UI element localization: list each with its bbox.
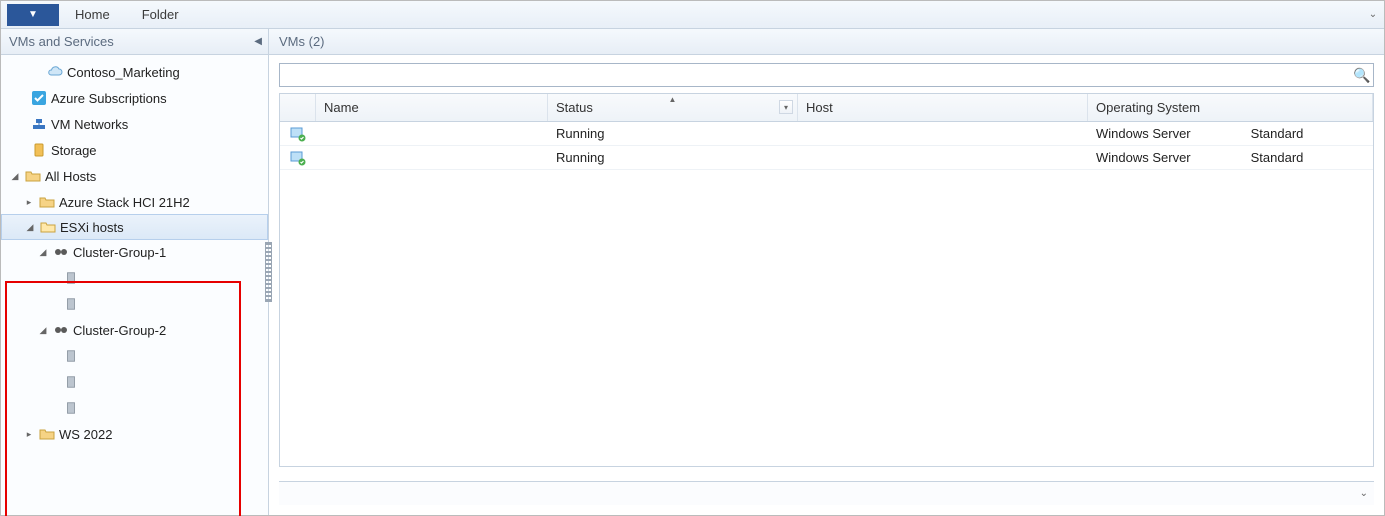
vm-icon-cell [280,150,316,166]
search-row: 🔍 [269,55,1384,87]
app-window: ▼ Home Folder ⌄ VMs and Services ◀ Conto… [0,0,1385,516]
tree-item-host[interactable] [1,369,268,395]
network-icon [31,116,47,132]
tree-item-label: Azure Stack HCI 21H2 [59,195,190,210]
body: VMs and Services ◀ Contoso_Marketing Azu… [1,29,1384,515]
cell-status: Running [548,150,798,165]
expander-icon[interactable]: ▸ [23,197,35,208]
nav-tree: Contoso_Marketing Azure Subscriptions VM… [1,55,268,515]
tree-item-label: All Hosts [45,169,96,184]
column-header-os[interactable]: Operating System [1088,94,1373,121]
tree-item-label: ESXi hosts [60,220,124,235]
cluster-icon [53,322,69,338]
cell-os: Windows ServerStandard [1088,150,1373,165]
folder-open-icon [40,219,56,235]
chevron-down-icon: ▼ [28,9,38,20]
file-menu-button[interactable]: ▼ [7,4,59,26]
ribbon-tab-home[interactable]: Home [59,1,126,28]
tree-item-azure-subscriptions[interactable]: Azure Subscriptions [1,85,268,111]
vm-icon [290,126,306,142]
ribbon-tab-folder[interactable]: Folder [126,1,195,28]
tree-item-esxi-hosts[interactable]: ◢ ESXi hosts [1,214,268,240]
ribbon-dropdown-icon[interactable]: ⌄ [1368,9,1384,20]
search-box: 🔍 [279,63,1374,87]
tree-item-cluster-group-1[interactable]: ◢ Cluster-Group-1 [1,239,268,265]
tree-item-label: Cluster-Group-1 [73,245,166,260]
expander-icon[interactable]: ▸ [23,429,35,440]
expander-icon[interactable]: ◢ [9,171,21,182]
search-icon[interactable]: 🔍 [1351,67,1373,84]
server-icon [63,270,79,286]
sidebar-title: VMs and Services [9,34,114,49]
cell-os: Windows ServerStandard [1088,126,1373,141]
search-input[interactable] [280,68,1351,83]
tree-item-label: Azure Subscriptions [51,91,167,106]
ribbon-bar: ▼ Home Folder ⌄ [1,1,1384,29]
vms-grid: Name Status ▲ ▾ Host Operating System [279,93,1374,467]
tree-item-vm-networks[interactable]: VM Networks [1,111,268,137]
vm-icon-cell [280,126,316,142]
sort-asc-icon: ▲ [669,95,677,104]
main-title: VMs (2) [279,34,325,49]
folder-icon [25,168,41,184]
grid-wrap: Name Status ▲ ▾ Host Operating System [269,87,1384,515]
storage-icon [31,142,47,158]
sidebar-resize-grip[interactable] [265,242,272,302]
tree-item-label: Contoso_Marketing [67,65,180,80]
tree-item-contoso-marketing[interactable]: Contoso_Marketing [1,59,268,85]
tree-item-label: WS 2022 [59,427,112,442]
expander-icon[interactable]: ◢ [37,247,49,258]
server-icon [63,348,79,364]
cluster-icon [53,244,69,260]
server-icon [63,400,79,416]
sidebar-collapse-icon[interactable]: ◀ [254,36,262,47]
main-header: VMs (2) [269,29,1384,55]
tree-item-all-hosts[interactable]: ◢ All Hosts [1,163,268,189]
table-row[interactable]: Running Windows ServerStandard [280,122,1373,146]
filter-icon[interactable]: ▾ [779,100,793,114]
folder-icon [39,426,55,442]
tree-item-label: Storage [51,143,97,158]
tree-item-ws2022[interactable]: ▸ WS 2022 [1,421,268,447]
check-icon [31,90,47,106]
grid-header-row: Name Status ▲ ▾ Host Operating System [280,94,1373,122]
cloud-icon [47,64,63,80]
expander-icon[interactable]: ◢ [37,325,49,336]
tree-item-cluster-group-2[interactable]: ◢ Cluster-Group-2 [1,317,268,343]
expander-icon[interactable]: ◢ [24,222,36,233]
sidebar: VMs and Services ◀ Contoso_Marketing Azu… [1,29,269,515]
column-header-host[interactable]: Host [798,94,1088,121]
tree-item-label: Cluster-Group-2 [73,323,166,338]
details-pane-strip: ⌄ [279,481,1374,505]
folder-icon [39,194,55,210]
tree-item-host[interactable] [1,265,268,291]
tree-item-host[interactable] [1,395,268,421]
server-icon [63,296,79,312]
tree-item-storage[interactable]: Storage [1,137,268,163]
server-icon [63,374,79,390]
cell-status: Running [548,126,798,141]
tree-item-host[interactable] [1,291,268,317]
details-pane-dropdown-icon[interactable]: ⌄ [1360,488,1368,499]
tree-item-label: VM Networks [51,117,128,132]
vm-icon [290,150,306,166]
tree-item-azure-stack[interactable]: ▸ Azure Stack HCI 21H2 [1,189,268,215]
column-header-name[interactable]: Name [316,94,548,121]
main-panel: VMs (2) 🔍 Name Status ▲ ▾ [269,29,1384,515]
column-header-status[interactable]: Status ▲ ▾ [548,94,798,121]
column-icon [280,94,316,121]
tree-item-host[interactable] [1,343,268,369]
sidebar-header: VMs and Services ◀ [1,29,268,55]
table-row[interactable]: Running Windows ServerStandard [280,146,1373,170]
grid-body: Running Windows ServerStandard Running W… [280,122,1373,466]
